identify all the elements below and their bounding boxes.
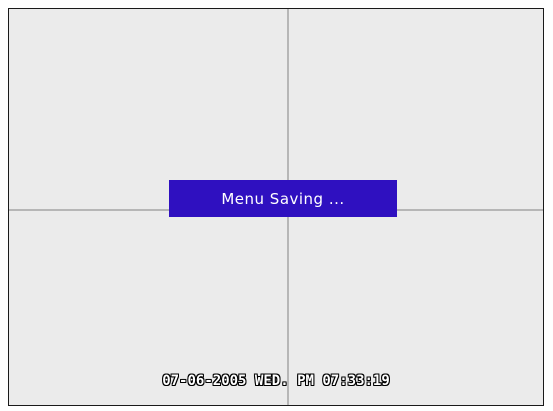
datetime-overlay: 07-06-2005 WED. PM 07:33:19 [162, 373, 390, 389]
menu-saving-dialog: Menu Saving ... [169, 180, 397, 217]
menu-saving-message: Menu Saving ... [221, 189, 345, 208]
dvr-screen: Menu Saving ... 07-06-2005 WED. PM 07:33… [8, 8, 544, 406]
